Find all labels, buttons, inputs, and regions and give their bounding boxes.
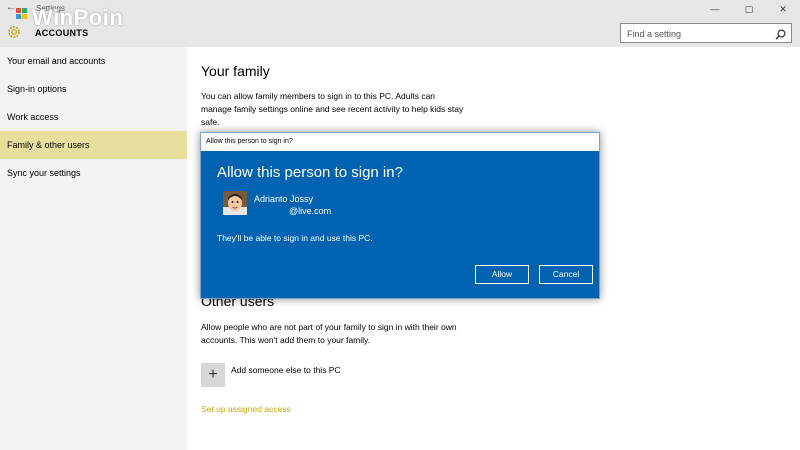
cancel-button[interactable]: Cancel (539, 265, 593, 284)
add-someone-button[interactable]: + Add someone else to this PC (201, 363, 341, 387)
search-box[interactable] (620, 23, 792, 43)
gear-icon (6, 24, 22, 40)
assigned-access-link[interactable]: Set up assigned access (201, 404, 291, 414)
user-name: Adrianto Jossy (254, 194, 314, 204)
plus-icon: + (201, 363, 225, 387)
maximize-button[interactable]: ▢ (732, 0, 766, 18)
winpoin-logo-icon (16, 8, 28, 20)
dialog-title-bar: Allow this person to sign in? (201, 133, 599, 151)
sidebar-item-work-access[interactable]: Work access (0, 103, 187, 131)
search-input[interactable] (621, 25, 771, 43)
window-controls: — ▢ ✕ (698, 0, 800, 18)
sidebar: Your email and accounts Sign-in options … (0, 47, 187, 450)
dialog-window-title: Allow this person to sign in? (206, 138, 293, 145)
sidebar-item-sign-in-options[interactable]: Sign-in options (0, 75, 187, 103)
sidebar-item-sync-settings[interactable]: Sync your settings (0, 159, 187, 187)
search-icon[interactable] (775, 27, 786, 40)
minimize-button[interactable]: — (698, 0, 732, 18)
other-users-description: Allow people who are not part of your fa… (201, 322, 457, 345)
section-title: ACCOUNTS (35, 28, 89, 38)
allow-sign-in-dialog: Allow this person to sign in? Allow this… (200, 132, 600, 299)
sidebar-item-family-other-users[interactable]: Family & other users (0, 131, 187, 159)
title-bar: ← Settings WinPoin — ▢ ✕ ACCOUNTS (0, 0, 800, 47)
add-someone-label: Add someone else to this PC (231, 365, 341, 375)
user-email: @live.com (289, 206, 332, 216)
dialog-description: They'll be able to sign in and use this … (217, 233, 373, 243)
back-arrow-icon[interactable]: ← (6, 2, 16, 13)
sidebar-item-email-accounts[interactable]: Your email and accounts (0, 47, 187, 75)
family-heading: Your family (201, 63, 270, 79)
family-description: You can allow family members to sign in … (201, 91, 464, 127)
allow-button[interactable]: Allow (475, 265, 529, 284)
close-button[interactable]: ✕ (766, 0, 800, 18)
dialog-heading: Allow this person to sign in? (217, 164, 403, 181)
avatar (223, 191, 247, 215)
